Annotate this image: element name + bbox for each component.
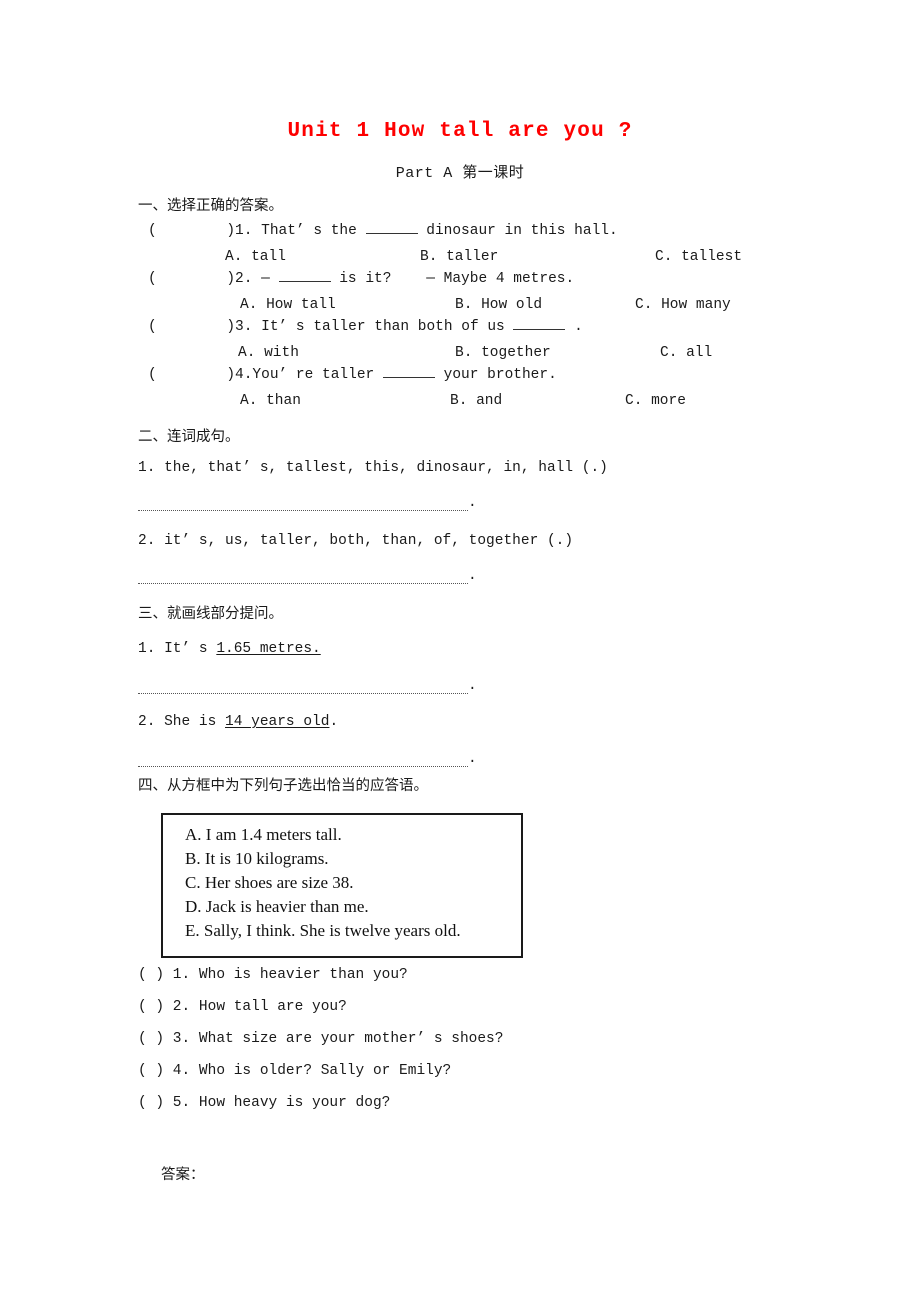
answer-key-label: 答案： (161, 1167, 205, 1183)
match-question-1[interactable]: ( ) 1. Who is heavier than you? (138, 966, 408, 984)
option-row-2: A. How tall B. How old C. How many (0, 296, 800, 314)
question-stem-4a: You’ re taller (252, 367, 383, 383)
answer-rule[interactable] (138, 573, 468, 584)
fill-blank-3[interactable] (513, 318, 566, 330)
answer-line-2-1[interactable]: . (138, 495, 477, 511)
question-stem-3b: . (565, 319, 583, 335)
box-option-d[interactable]: D. Jack is heavier than me. (185, 897, 369, 917)
sentence-scramble-2: 2. it’ s, us, taller, both, than, of, to… (138, 533, 574, 549)
question-stem-3a: It’ s taller than both of us (252, 319, 514, 335)
question-stem-1a: That’ s the (252, 223, 366, 239)
box-option-c[interactable]: C. Her shoes are size 38. (185, 873, 354, 893)
worksheet-page: Unit 1 How tall are you ? Part A 第一课时 一、… (0, 0, 920, 1302)
ask-suffix-2: . (329, 714, 339, 730)
option-2-a[interactable]: A. How tall (240, 296, 336, 314)
page-subtitle: Part A 第一课时 (395, 165, 525, 182)
option-row-1: A. tall B. taller C. tallest (0, 248, 800, 266)
option-1-a[interactable]: A. tall (225, 248, 286, 266)
option-2-b[interactable]: B. How old (455, 296, 542, 314)
option-1-c[interactable]: C. tallest (655, 248, 742, 266)
answer-rule[interactable] (138, 756, 468, 767)
fill-blank-1[interactable] (365, 222, 418, 234)
section-two-heading: 二、连词成句。 (138, 429, 240, 445)
answer-bracket-1[interactable]: ( ) (148, 223, 235, 239)
option-3-c[interactable]: C. all (660, 344, 712, 362)
ask-question-row-2: 2. She is 14 years old. (138, 713, 338, 731)
ask-underlined-1: 1.65 metres. (216, 641, 321, 657)
answer-period: . (468, 678, 477, 694)
question-number-4: 4. (235, 367, 253, 383)
answer-period: . (468, 751, 477, 767)
question-stem-4b: your brother. (434, 367, 557, 383)
answer-period: . (468, 568, 477, 584)
option-row-4: A. than B. and C. more (0, 392, 800, 410)
answer-line-3-1[interactable]: . (138, 678, 477, 694)
question-row-3: ( )3. It’ s taller than both of us . (148, 318, 583, 336)
section-one-heading: 一、选择正确的答案。 (138, 198, 283, 214)
question-number-2: 2. (235, 271, 253, 287)
option-4-a[interactable]: A. than (240, 392, 301, 410)
match-question-5[interactable]: ( ) 5. How heavy is your dog? (138, 1094, 390, 1112)
question-row-2: ( )2. — is it? — Maybe 4 metres. (148, 270, 574, 288)
section-four-heading: 四、从方框中为下列句子选出恰当的应答语。 (138, 778, 428, 794)
question-number-1: 1. (235, 223, 253, 239)
page-title: Unit 1 How tall are you ? (287, 120, 633, 143)
match-question-4[interactable]: ( ) 4. Who is older? Sally or Emily? (138, 1062, 451, 1080)
option-4-c[interactable]: C. more (625, 392, 686, 410)
answer-bracket-2[interactable]: ( ) (148, 271, 235, 287)
sentence-scramble-1: 1. the, that’ s, tallest, this, dinosaur… (138, 460, 608, 476)
option-3-b[interactable]: B. together (455, 344, 551, 362)
answer-rule[interactable] (138, 683, 468, 694)
option-2-c[interactable]: C. How many (635, 296, 731, 314)
match-question-3[interactable]: ( ) 3. What size are your mother’ s shoe… (138, 1030, 503, 1048)
answer-options-box: A. I am 1.4 meters tall. B. It is 10 kil… (161, 813, 523, 958)
question-row-4: ( )4.You’ re taller your brother. (148, 366, 557, 384)
question-stem-1b: dinosaur in this hall. (417, 223, 618, 239)
ask-prefix-1: 1. It’ s (138, 641, 217, 657)
fill-blank-4[interactable] (382, 366, 435, 378)
option-4-b[interactable]: B. and (450, 392, 502, 410)
option-row-3: A. with B. together C. all (0, 344, 800, 362)
answer-period: . (468, 495, 477, 511)
ask-prefix-2: 2. She is (138, 714, 226, 730)
answer-rule[interactable] (138, 500, 468, 511)
answer-bracket-3[interactable]: ( ) (148, 319, 235, 335)
answer-bracket-4[interactable]: ( ) (148, 367, 235, 383)
question-number-3: 3. (235, 319, 253, 335)
answer-line-3-2[interactable]: . (138, 751, 477, 767)
question-row-1: ( )1. That’ s the dinosaur in this hall. (148, 222, 618, 240)
ask-underlined-2: 14 years old (225, 714, 330, 730)
option-3-a[interactable]: A. with (238, 344, 299, 362)
option-1-b[interactable]: B. taller (420, 248, 498, 266)
fill-blank-2[interactable] (278, 270, 331, 282)
box-option-b[interactable]: B. It is 10 kilograms. (185, 849, 329, 869)
answer-line-2-2[interactable]: . (138, 568, 477, 584)
ask-question-row-1: 1. It’ s 1.65 metres. (138, 640, 321, 658)
question-stem-2a: — (252, 271, 279, 287)
question-stem-2b: is it? — Maybe 4 metres. (330, 271, 575, 287)
section-three-heading: 三、就画线部分提问。 (138, 606, 283, 622)
match-question-2[interactable]: ( ) 2. How tall are you? (138, 998, 347, 1016)
box-option-e[interactable]: E. Sally, I think. She is twelve years o… (185, 921, 461, 941)
box-option-a[interactable]: A. I am 1.4 meters tall. (185, 825, 342, 845)
